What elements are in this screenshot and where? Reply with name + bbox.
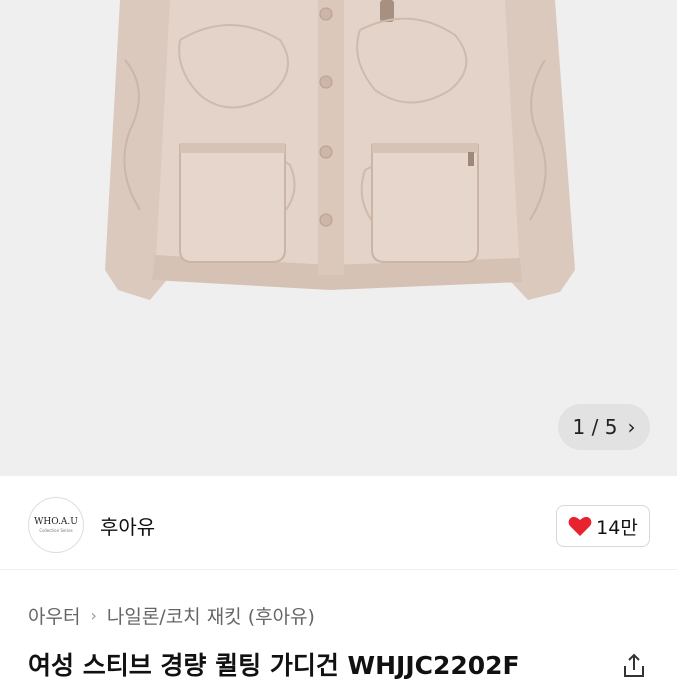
seller-logo[interactable]: WHO.A.U Collection Series bbox=[28, 497, 84, 553]
breadcrumb: 아우터 › 나일론/코치 재킷 (후아유) bbox=[28, 602, 315, 629]
heart-icon bbox=[568, 516, 592, 536]
breadcrumb-subcategory[interactable]: 나일론/코치 재킷 (후아유) bbox=[107, 602, 315, 629]
divider bbox=[0, 569, 677, 570]
image-counter[interactable]: 1 / 5 › bbox=[558, 404, 650, 450]
chevron-right-icon: › bbox=[90, 606, 97, 625]
breadcrumb-category[interactable]: 아우터 bbox=[28, 602, 80, 629]
like-button[interactable]: 14만 bbox=[556, 505, 650, 547]
like-count: 14만 bbox=[596, 516, 638, 539]
product-image-gallery[interactable]: 1 / 5 › bbox=[0, 0, 677, 476]
seller-logo-text: WHO.A.U bbox=[34, 517, 78, 527]
chevron-right-icon[interactable]: › bbox=[627, 415, 635, 439]
seller-logo-subtext: Collection Series bbox=[39, 528, 73, 533]
seller-name[interactable]: 후아유 bbox=[100, 511, 155, 540]
seller-info[interactable]: WHO.A.U Collection Series 후아유 bbox=[28, 497, 155, 553]
share-icon[interactable] bbox=[620, 652, 648, 680]
image-counter-text: 1 / 5 bbox=[572, 415, 618, 439]
